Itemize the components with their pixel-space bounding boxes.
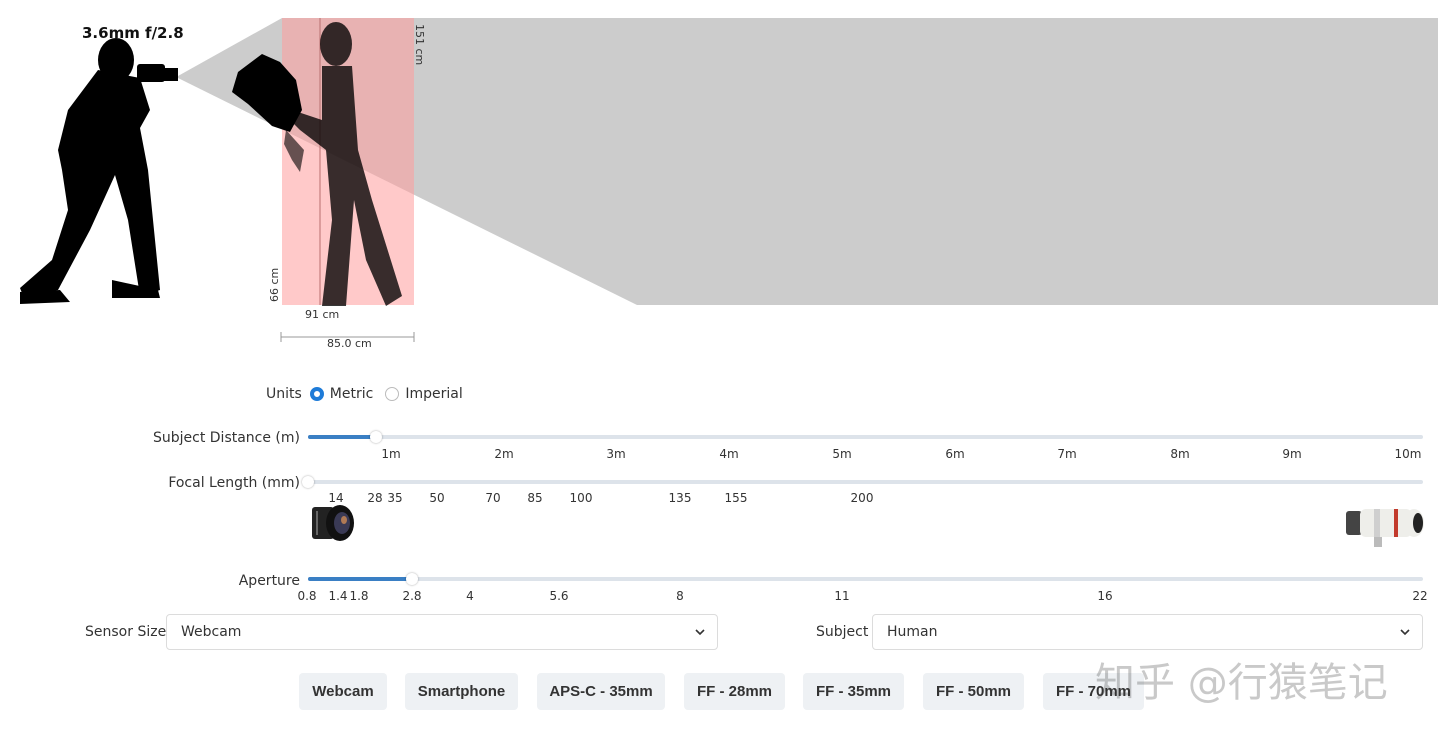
telephoto-lens-icon [1346,509,1424,547]
preset-smartphone-button[interactable]: Smartphone [405,673,518,710]
distance-tick: 1m [381,447,401,461]
aperture-slider[interactable] [308,573,1423,585]
aperture-tick: 0.8 [297,589,317,603]
field-width-label: 85.0 cm [327,337,372,350]
focal-length-tick: 28 [367,491,383,505]
sensor-size-label: Sensor Size [85,624,167,640]
distance-tick: 5m [832,447,852,461]
focal-length-slider-thumb[interactable] [302,476,314,488]
aperture-slider-thumb[interactable] [406,573,418,585]
aperture-tick: 5.6 [549,589,569,603]
preset-ff-28mm-button[interactable]: FF - 28mm [684,673,785,710]
units-selector: Units Metric Imperial [266,384,467,404]
aperture-tick: 1.4 [328,589,348,603]
chevron-down-icon [695,629,705,636]
scene-graphic [20,18,1438,342]
frame-height-label: 151 cm [413,24,426,66]
focal-length-tick: 100 [569,491,593,505]
distance-slider[interactable] [308,431,1423,443]
sensor-size-select[interactable]: Webcam [166,614,718,650]
aperture-tick: 16 [1097,589,1113,603]
aperture-tick: 22 [1412,589,1428,603]
lens-setting-label: 3.6mm f/2.8 [82,24,184,42]
focal-length-slider[interactable] [302,476,1423,488]
units-label: Units [266,386,302,402]
distance-tick: 8m [1170,447,1190,461]
preset-ff-35mm-button[interactable]: FF - 35mm [803,673,904,710]
preset-apsc-35mm-button[interactable]: APS-C - 35mm [537,673,665,710]
distance-tick: 4m [719,447,739,461]
focal-length-label: Focal Length (mm) [168,475,300,491]
distance-tick: 9m [1282,447,1302,461]
lens-preview-scene: 3.6mm f/2.8 151 cm 66 cm 91 cm 85.0 cm [0,0,1440,360]
distance-slider-fill [308,435,376,439]
distance-tick: 2m [494,447,514,461]
watermark: 知乎 @行猿笔记 [1095,660,1388,706]
focal-length-tick: 135 [668,491,692,505]
subject-label: Subject [816,624,869,640]
subject-width-label: 91 cm [305,308,340,321]
distance-tick: 10m [1394,447,1422,461]
preset-ff-50mm-button[interactable]: FF - 50mm [923,673,1024,710]
focal-length-tick: 70 [485,491,501,505]
chevron-down-icon [1400,629,1410,636]
sensor-size-value: Webcam [181,624,242,640]
subject-select[interactable]: Human [872,614,1423,650]
aperture-tick: 2.8 [402,589,422,603]
aperture-tick: 4 [466,589,474,603]
subject-height-label: 66 cm [268,267,281,302]
focal-length-tick: 200 [850,491,874,505]
photographer-silhouette [20,38,178,304]
units-imperial-radio[interactable] [385,387,400,401]
aperture-tick: 11 [834,589,850,603]
subject-value: Human [887,624,938,640]
distance-tick: 7m [1057,447,1077,461]
aperture-tick: 1.8 [349,589,369,603]
units-metric-radio[interactable] [309,387,324,401]
aperture-tick: 8 [676,589,684,603]
units-imperial-label[interactable]: Imperial [405,386,462,402]
focal-length-tick: 85 [527,491,543,505]
focal-length-tick: 35 [387,491,403,505]
focal-length-tick: 50 [429,491,445,505]
preset-webcam-button[interactable]: Webcam [299,673,387,710]
aperture-label: Aperture [238,573,300,589]
distance-tick: 6m [945,447,965,461]
distance-label: Subject Distance (m) [152,430,300,446]
aperture-slider-fill [308,577,412,581]
wide-angle-lens-icon [312,505,354,541]
distance-tick: 3m [606,447,626,461]
distance-slider-thumb[interactable] [370,431,382,443]
focal-length-tick: 155 [724,491,748,505]
units-metric-label[interactable]: Metric [330,386,374,402]
